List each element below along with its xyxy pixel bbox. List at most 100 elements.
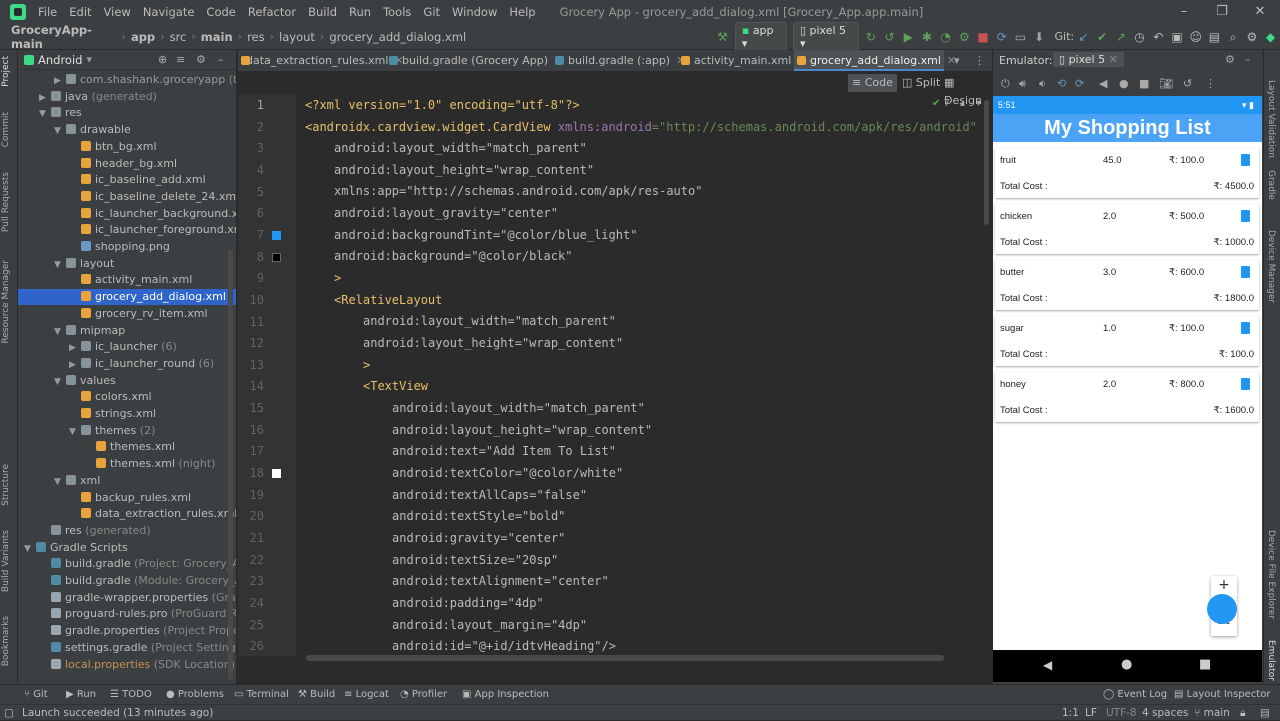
tree-item[interactable]: ▶ java (generated) bbox=[18, 89, 236, 106]
tree-item[interactable]: ic_launcher_background.xml bbox=[18, 206, 236, 222]
hide-icon[interactable]: – bbox=[218, 53, 224, 66]
tool-layout-inspector[interactable]: ▤ Layout Inspector bbox=[1174, 685, 1270, 705]
menu-file[interactable]: File bbox=[32, 5, 63, 19]
tool-project[interactable]: Project bbox=[1, 56, 11, 87]
tool-device-manager[interactable]: Device Manager bbox=[1266, 230, 1276, 303]
avd-manager-icon[interactable]: ▭ bbox=[1011, 27, 1030, 47]
chevron-down-icon[interactable]: ▾ bbox=[86, 53, 92, 66]
tree-item[interactable]: themes.xml (night) bbox=[18, 456, 236, 472]
tree-item[interactable]: proguard-rules.pro (ProGuard Rules bbox=[18, 606, 236, 622]
tool-layout-validation[interactable]: Layout Validation bbox=[1266, 80, 1276, 158]
menu-build[interactable]: Build bbox=[302, 5, 343, 19]
view-mode-design[interactable]: ▦ Design bbox=[940, 74, 992, 107]
screenshot-icon[interactable]: 📷︎ bbox=[1159, 77, 1173, 90]
tree-item[interactable]: gradle.properties (Project Properties bbox=[18, 623, 236, 639]
minimize-icon[interactable]: – bbox=[1165, 0, 1203, 24]
chevron-right-icon[interactable]: ▶ bbox=[69, 357, 81, 373]
menu-code[interactable]: Code bbox=[200, 5, 241, 19]
chevron-right-icon[interactable]: ▶ bbox=[54, 73, 66, 89]
breadcrumb-layout[interactable]: layout bbox=[276, 30, 318, 44]
breadcrumb-project[interactable]: GroceryApp-main bbox=[8, 23, 120, 51]
search-icon[interactable]: ⌕ bbox=[1224, 27, 1243, 47]
inspection-ok-icon[interactable]: ✔ 7 bbox=[932, 98, 950, 109]
memory-icon[interactable]: ▤ bbox=[1260, 705, 1270, 721]
tab-build-gradle-app[interactable]: build.gradle (:app) ✕ bbox=[552, 50, 685, 71]
chevron-right-icon[interactable]: ▶ bbox=[69, 340, 81, 356]
tree-item[interactable]: res (generated) bbox=[18, 523, 236, 539]
chevron-down-icon[interactable]: ▼ bbox=[54, 374, 66, 390]
device-screen[interactable]: 5:51 ▾ ▮ My Shopping List fruit 45.0 ₹: 10… bbox=[993, 96, 1262, 682]
tree-item[interactable]: settings.gradle (Project Settings) bbox=[18, 640, 236, 656]
menu-navigate[interactable]: Navigate bbox=[137, 5, 201, 19]
tab-grocery-add-dialog[interactable]: grocery_add_dialog.xml ✕ bbox=[794, 50, 956, 71]
sync-icon[interactable]: ⟳ bbox=[992, 27, 1011, 47]
layout-inspector-icon[interactable]: ▤ bbox=[1205, 27, 1224, 47]
nav-back-icon[interactable]: ◀ bbox=[1043, 658, 1052, 672]
tool-problems[interactable]: ● Problems bbox=[166, 685, 224, 705]
tool-terminal[interactable]: ▭ Terminal bbox=[234, 685, 289, 705]
tree-item[interactable]: ▼ mipmap bbox=[18, 323, 236, 339]
tab-more-icon[interactable]: ⋮ bbox=[974, 54, 985, 67]
project-scrollbar[interactable] bbox=[228, 250, 233, 680]
snapshot-icon[interactable]: ↺ bbox=[1183, 77, 1192, 90]
view-mode-code[interactable]: ≡ Code bbox=[848, 74, 897, 92]
prev-highlight-icon[interactable]: ▴ bbox=[960, 98, 965, 109]
settings-icon[interactable]: ⚙ bbox=[1242, 27, 1261, 47]
breadcrumb-app[interactable]: app bbox=[128, 30, 158, 44]
tool-todo[interactable]: ☰ TODO bbox=[110, 685, 152, 705]
breadcrumb-main[interactable]: main bbox=[198, 30, 236, 44]
menu-run[interactable]: Run bbox=[343, 5, 377, 19]
breadcrumb-src[interactable]: src bbox=[167, 30, 190, 44]
tree-item[interactable]: themes.xml bbox=[18, 439, 236, 455]
power-icon[interactable]: ⏻ bbox=[1001, 77, 1010, 91]
overview-icon[interactable]: ■ bbox=[1139, 77, 1149, 90]
tool-bookmarks[interactable]: Bookmarks bbox=[1, 616, 11, 666]
tool-resource-manager[interactable]: Resource Manager bbox=[1, 260, 11, 344]
chevron-right-icon[interactable]: ▶ bbox=[39, 90, 51, 106]
device-dropdown[interactable]: ▯ pixel 5 ▾ bbox=[792, 21, 859, 52]
tree-item[interactable]: ic_launcher_foreground.xml (v bbox=[18, 222, 236, 238]
menu-git[interactable]: Git bbox=[417, 5, 446, 19]
tool-event-log[interactable]: ◯ Event Log bbox=[1103, 685, 1167, 705]
tool-logcat[interactable]: ≡ Logcat bbox=[344, 685, 389, 705]
tree-item[interactable]: grocery_add_dialog.xml bbox=[18, 289, 236, 306]
stop-icon[interactable]: ■ bbox=[974, 27, 993, 47]
emulator-device-tab[interactable]: ▯ pixel 5 ✕ bbox=[1053, 52, 1124, 67]
history-icon[interactable]: ◷ bbox=[1130, 27, 1149, 47]
status-panel-icon[interactable]: ▢ bbox=[4, 705, 14, 721]
menu-view[interactable]: View bbox=[98, 5, 137, 19]
tab-build-gradle-project[interactable]: build.gradle (Grocery App) ✕ bbox=[386, 50, 563, 71]
menu-help[interactable]: Help bbox=[503, 5, 541, 19]
gear-icon[interactable]: ⚙ bbox=[196, 53, 206, 66]
rollback-icon[interactable]: ↶ bbox=[1149, 27, 1168, 47]
project-view-selector[interactable]: Android bbox=[38, 53, 82, 67]
tool-structure[interactable]: Structure bbox=[1, 464, 11, 506]
tree-item[interactable]: ▼ values bbox=[18, 373, 236, 390]
tree-item[interactable]: backup_rules.xml bbox=[18, 490, 236, 506]
device-mirror-icon[interactable]: ▣ bbox=[1168, 27, 1187, 47]
menu-window[interactable]: Window bbox=[446, 5, 503, 19]
tab-activity-main[interactable]: activity_main.xml✕ bbox=[678, 50, 807, 71]
tree-item[interactable]: ic_baseline_add.xml bbox=[18, 172, 236, 188]
menu-edit[interactable]: Edit bbox=[63, 5, 97, 19]
breadcrumb-res[interactable]: res bbox=[244, 30, 268, 44]
color-swatch-black[interactable] bbox=[272, 253, 281, 262]
tool-app-inspection[interactable]: ▣ App Inspection bbox=[462, 685, 549, 705]
caret-position[interactable]: 1:1 bbox=[1062, 705, 1079, 721]
tree-item[interactable]: build.gradle (Project: Grocery_App) bbox=[18, 556, 236, 572]
tree-item[interactable]: shopping.png bbox=[18, 239, 236, 255]
delete-icon[interactable] bbox=[1241, 322, 1250, 334]
tree-item[interactable]: ▼ layout bbox=[18, 256, 236, 272]
tree-item[interactable]: build.gradle (Module: Grocery_App.a bbox=[18, 573, 236, 589]
indent-setting[interactable]: 4 spaces bbox=[1142, 705, 1188, 721]
view-mode-split[interactable]: ◫ Split bbox=[898, 74, 944, 92]
tree-item[interactable]: activity_main.xml bbox=[18, 272, 236, 288]
tree-item[interactable]: ▶ ic_launcher_round (6) bbox=[18, 356, 236, 373]
tree-item[interactable]: ▶ com.shashank.groceryapp (test) bbox=[18, 72, 236, 89]
menu-tools[interactable]: Tools bbox=[377, 5, 417, 19]
tool-build[interactable]: ⚒ Build bbox=[298, 685, 335, 705]
restore-icon[interactable]: ❐ bbox=[1203, 0, 1241, 24]
attach-debugger-icon[interactable]: ⚙ bbox=[955, 27, 974, 47]
color-swatch-blue-light[interactable] bbox=[272, 231, 281, 240]
lock-icon[interactable]: 🔒︎ bbox=[1240, 705, 1246, 721]
